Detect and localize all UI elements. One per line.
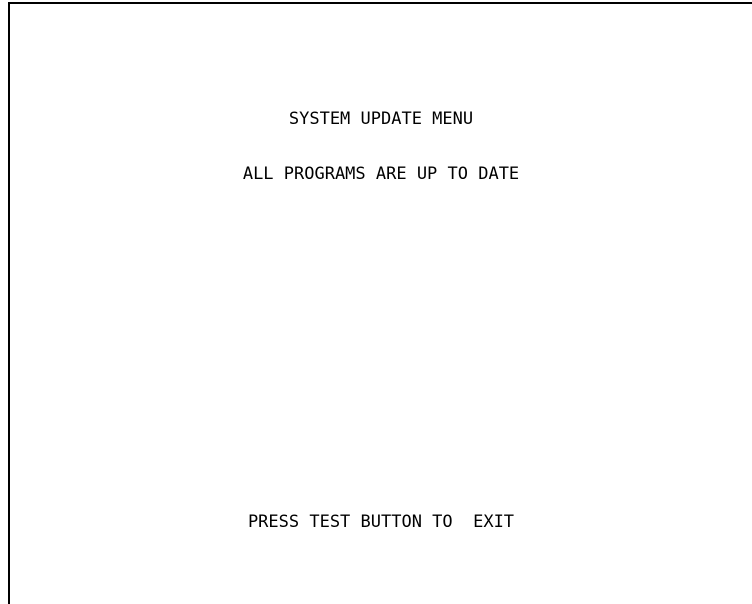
- menu-title: SYSTEM UPDATE MENU: [288, 109, 474, 129]
- update-status-message: ALL PROGRAMS ARE UP TO DATE: [242, 164, 520, 184]
- test-menu-screen: SYSTEM UPDATE MENU ALL PROGRAMS ARE UP T…: [8, 2, 752, 604]
- exit-instruction: PRESS TEST BUTTON TO EXIT: [247, 512, 515, 532]
